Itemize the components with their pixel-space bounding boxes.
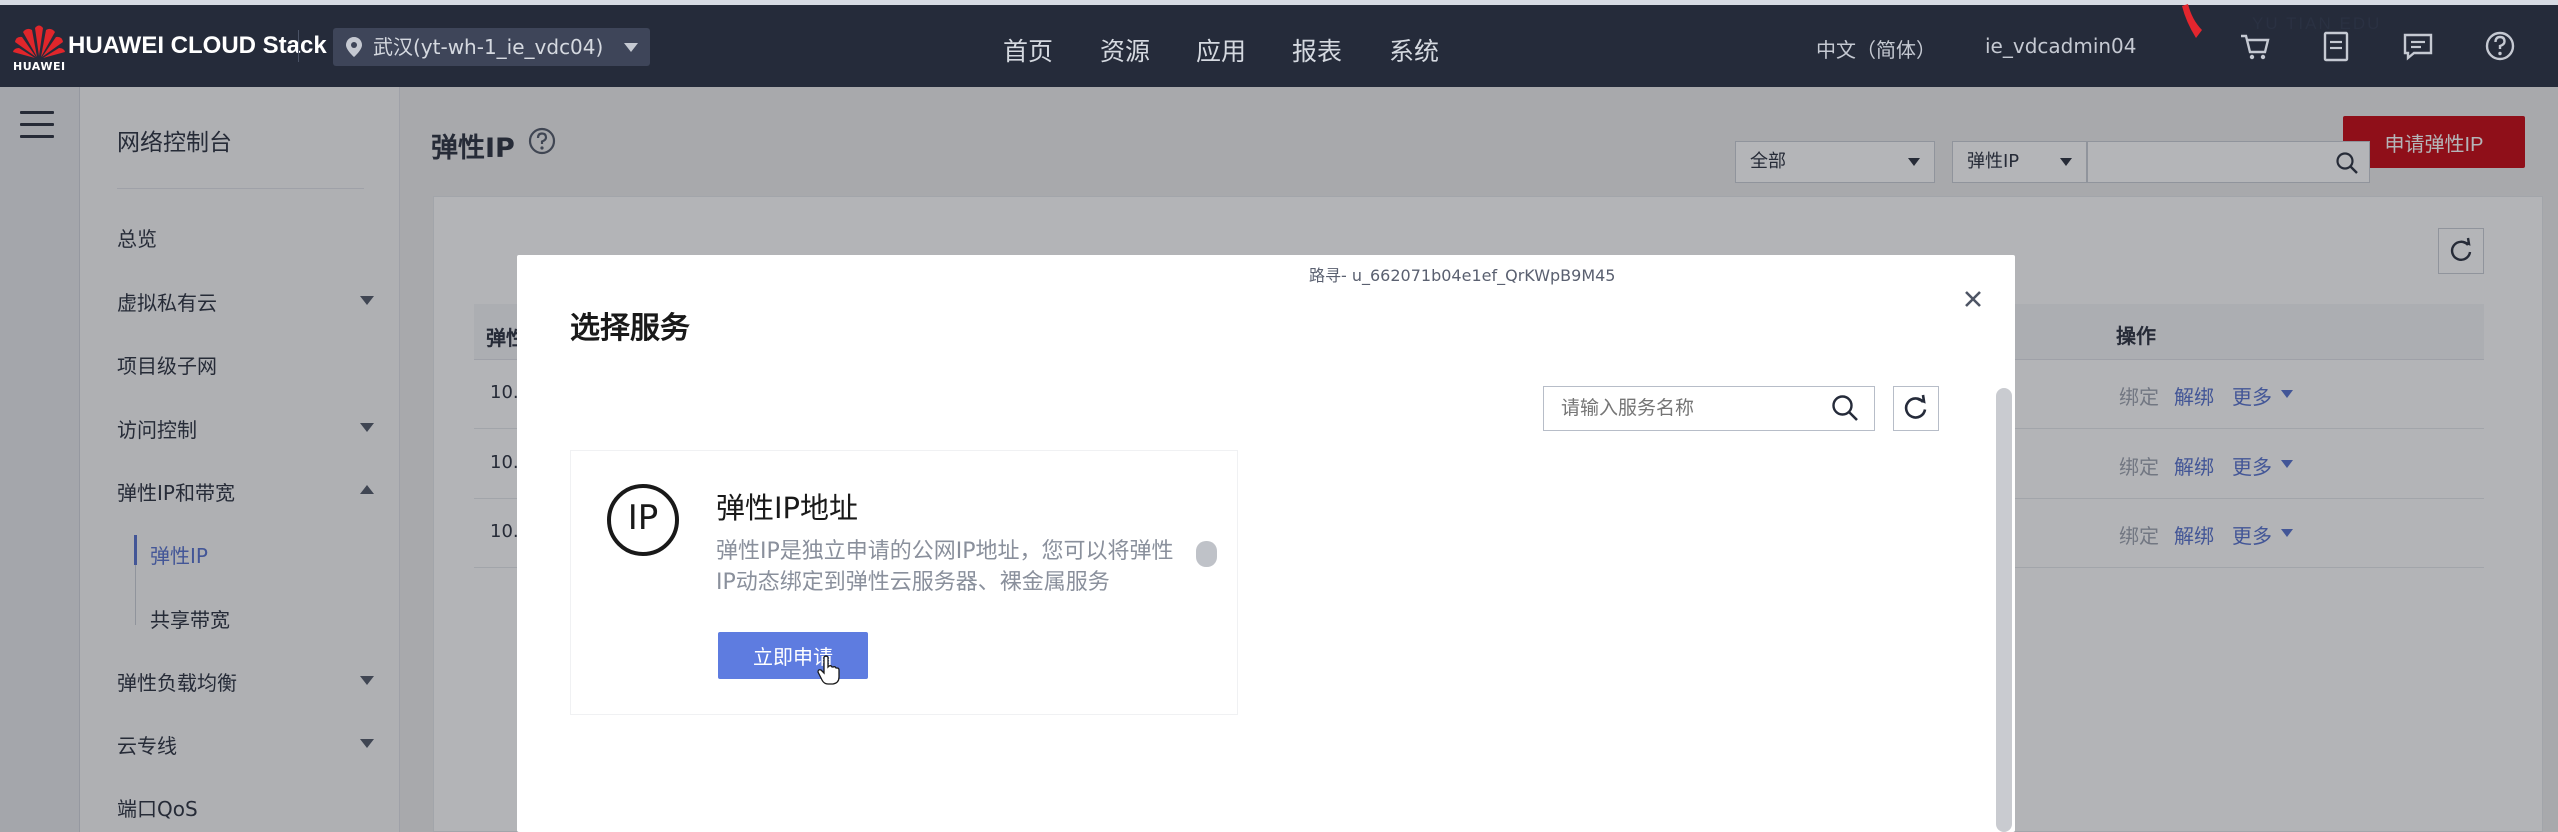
brand-name: HUAWEI CLOUD Stack xyxy=(68,32,327,59)
location-pin-icon xyxy=(346,37,362,57)
huawei-flower-icon xyxy=(13,25,65,58)
nav-resources[interactable]: 资源 xyxy=(1100,32,1150,66)
help-icon[interactable] xyxy=(2482,28,2518,64)
scroll-indicator xyxy=(1196,541,1217,567)
logo-text: HUAWEI xyxy=(13,60,66,73)
close-icon[interactable] xyxy=(1957,283,1989,315)
nav-home[interactable]: 首页 xyxy=(1003,32,1053,66)
apply-now-button[interactable]: 立即申请 xyxy=(718,632,868,679)
user-menu[interactable]: ie_vdcadmin04 xyxy=(1985,34,2137,58)
service-name: 弹性IP地址 xyxy=(716,491,859,525)
search-icon[interactable] xyxy=(1830,393,1860,423)
brand-separator xyxy=(298,30,299,62)
service-refresh-button[interactable] xyxy=(1893,386,1939,431)
service-description: 弹性IP是独立申请的公网IP地址，您可以将弹性IP动态绑定到弹性云服务器、裸金属… xyxy=(716,539,1174,595)
service-search-input[interactable] xyxy=(1543,386,1875,431)
nav-reports[interactable]: 报表 xyxy=(1292,32,1342,66)
message-icon[interactable] xyxy=(2400,28,2436,64)
top-bar: HUAWEI HUAWEI CLOUD Stack 武汉(yt-wh-1_ie_… xyxy=(0,0,2558,87)
dialog-watermark: 路寻- u_662071b04e1ef_QrKWpB9M45 xyxy=(1309,266,1616,285)
huawei-logo[interactable]: HUAWEI xyxy=(13,24,65,74)
eip-icon-label: IP xyxy=(627,498,659,538)
orders-icon[interactable] xyxy=(2318,28,2354,64)
region-label: 武汉(yt-wh-1_ie_vdc04) xyxy=(373,35,604,59)
dialog-scrollbar[interactable] xyxy=(1996,388,2012,832)
language-switch[interactable]: 中文（简体） xyxy=(1816,34,1936,63)
nav-applications[interactable]: 应用 xyxy=(1196,32,1246,66)
cart-icon[interactable] xyxy=(2237,28,2273,64)
top-edge-line xyxy=(0,0,2558,5)
refresh-icon xyxy=(1904,394,1927,419)
hand-cursor-icon xyxy=(817,655,840,685)
chevron-down-icon xyxy=(624,43,638,52)
region-selector[interactable]: 武汉(yt-wh-1_ie_vdc04) xyxy=(333,28,650,66)
dialog-title: 选择服务 xyxy=(570,311,690,346)
nav-system[interactable]: 系统 xyxy=(1389,32,1439,66)
